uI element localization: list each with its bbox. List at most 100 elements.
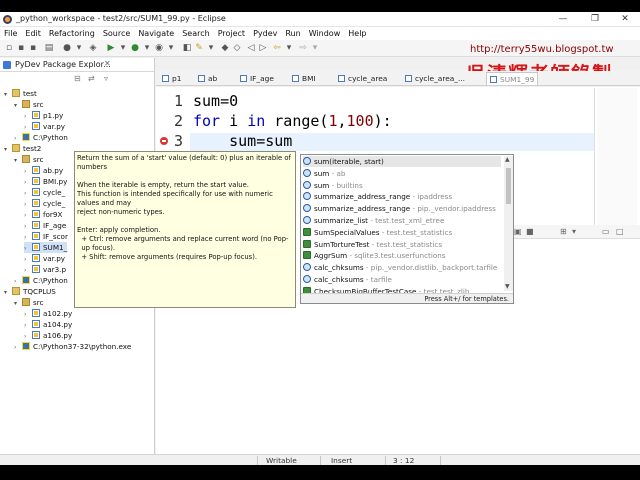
expand-arrow-icon[interactable]: ▾: [14, 155, 22, 166]
search-dropdown-icon[interactable]: ▾: [206, 43, 216, 53]
link-editor-icon[interactable]: ⇄: [88, 74, 95, 83]
tree-item[interactable]: › C:\Python37-32\python.exe: [14, 341, 131, 352]
tab-p1[interactable]: p1: [162, 72, 181, 85]
expand-arrow-icon[interactable]: ▾: [4, 144, 12, 155]
completion-item[interactable]: summarize_address_range - pip._vendor.ip…: [303, 203, 501, 214]
code-line-3[interactable]: sum=sum: [193, 132, 292, 150]
tree-item[interactable]: › IF_age: [24, 220, 66, 231]
tree-item[interactable]: ▾ test2: [4, 143, 41, 154]
expand-arrow-icon[interactable]: ▾: [14, 100, 22, 111]
tree-item[interactable]: › a106.py: [24, 330, 72, 341]
completion-item[interactable]: calc_chksums - pip._vendor.distlib._back…: [303, 262, 501, 273]
run-external-icon[interactable]: ●: [130, 43, 140, 53]
save-all-icon[interactable]: ▪: [28, 43, 38, 53]
external-dropdown-icon[interactable]: ▾: [142, 43, 152, 53]
tree-item[interactable]: › a104.py: [24, 319, 72, 330]
completion-item[interactable]: SumTortureTest - test.test_statistics: [303, 239, 501, 250]
tab-ab[interactable]: ab: [198, 72, 217, 85]
tab-cycle-area[interactable]: cycle_area: [338, 72, 387, 85]
tree-item[interactable]: ▾ src: [14, 99, 44, 110]
menu-edit[interactable]: Edit: [21, 27, 45, 40]
forward-dropdown-icon[interactable]: ▾: [310, 43, 320, 53]
terminate-icon[interactable]: ■: [526, 227, 534, 236]
minimize-panel-icon[interactable]: ▭: [602, 227, 610, 236]
tree-item[interactable]: › for9X: [24, 209, 62, 220]
coverage-dropdown-icon[interactable]: ▾: [166, 43, 176, 53]
menu-navigate[interactable]: Navigate: [134, 27, 178, 40]
console-dropdown-icon[interactable]: ▾: [572, 227, 576, 236]
package-icon[interactable]: ◈: [88, 43, 98, 53]
completion-item[interactable]: summarize_list - test.test_xml_etree: [303, 215, 501, 226]
tree-item[interactable]: › cycle_: [24, 187, 65, 198]
completion-item[interactable]: sum - builtins: [303, 180, 501, 191]
close-button[interactable]: ✕: [610, 12, 640, 27]
tree-item[interactable]: › a102.py: [24, 308, 72, 319]
completion-scrollbar[interactable]: ▲ ▼: [504, 156, 513, 291]
open-type-icon[interactable]: ◧: [182, 43, 192, 53]
dropdown-icon[interactable]: ▾: [74, 43, 84, 53]
code-line-2[interactable]: for i in range(1,100):: [193, 112, 392, 130]
toggle-mark-icon[interactable]: ◆: [220, 43, 230, 53]
save-icon[interactable]: ▪: [16, 43, 26, 53]
open-console-icon[interactable]: ⊞: [560, 227, 567, 236]
new-icon[interactable]: ▫: [4, 43, 14, 53]
view-menu-icon[interactable]: ▿: [104, 74, 108, 83]
tree-item[interactable]: › C:\Python: [14, 275, 68, 286]
edit-icon[interactable]: ✎: [194, 43, 204, 53]
menu-run[interactable]: Run: [281, 27, 304, 40]
minimize-button[interactable]: —: [548, 12, 578, 27]
tree-item[interactable]: › var.py: [24, 121, 65, 132]
tree-item[interactable]: › ab.py: [24, 165, 63, 176]
print-icon[interactable]: ▤: [44, 43, 54, 53]
close-icon[interactable]: ✕: [104, 59, 111, 68]
tree-item[interactable]: ▾ TQCPLUS: [4, 286, 56, 297]
annotation-icon[interactable]: ◇: [232, 43, 242, 53]
coverage-icon[interactable]: ◉: [154, 43, 164, 53]
expand-arrow-icon[interactable]: ▾: [14, 298, 22, 309]
tree-item[interactable]: › var3.p: [24, 264, 66, 275]
tab-if-age[interactable]: IF_age: [240, 72, 274, 85]
tab-bmi[interactable]: BMI: [292, 72, 316, 85]
menu-pydev[interactable]: Pydev: [249, 27, 281, 40]
tree-item[interactable]: › p1.py: [24, 110, 63, 121]
menu-search[interactable]: Search: [178, 27, 213, 40]
forward-icon[interactable]: ⇨: [298, 43, 308, 53]
tree-item[interactable]: › cycle_: [24, 198, 65, 209]
maximize-button[interactable]: ❐: [580, 12, 610, 27]
tree-item[interactable]: › IF_scor: [24, 231, 68, 242]
debug-icon[interactable]: ●: [62, 43, 72, 53]
menu-refactoring[interactable]: Refactoring: [45, 27, 99, 40]
tree-item[interactable]: › var.py: [24, 253, 65, 264]
tab-cycle-area-2[interactable]: cycle_area_...: [405, 72, 465, 85]
scroll-up-icon[interactable]: ▲: [505, 156, 510, 163]
collapse-arrow-icon[interactable]: ›: [14, 342, 22, 353]
run-icon[interactable]: ▶: [106, 43, 116, 53]
completion-item[interactable]: sum - ab: [303, 168, 501, 179]
completion-item[interactable]: SumSpecialValues - test.test_statistics: [303, 227, 501, 238]
tree-item[interactable]: › SUM1_: [24, 242, 68, 253]
next-annotation-icon[interactable]: ▷: [258, 43, 268, 53]
scroll-thumb[interactable]: [506, 168, 511, 204]
menu-source[interactable]: Source: [99, 27, 134, 40]
back-icon[interactable]: ⇦: [272, 43, 282, 53]
code-line-1[interactable]: sum=0: [193, 92, 238, 110]
tree-item[interactable]: › C:\Python: [14, 132, 68, 143]
tab-sum1-99[interactable]: SUM1_99: [486, 72, 539, 85]
run-dropdown-icon[interactable]: ▾: [118, 43, 128, 53]
tree-item[interactable]: ▾ src: [14, 297, 44, 308]
menu-help[interactable]: Help: [344, 27, 370, 40]
prev-annotation-icon[interactable]: ◁: [246, 43, 256, 53]
scroll-down-icon[interactable]: ▼: [505, 283, 510, 290]
package-explorer-tab[interactable]: PyDev Package Explor... ✕: [0, 58, 154, 72]
expand-arrow-icon[interactable]: ▾: [4, 89, 12, 100]
tree-item[interactable]: › BMI.py: [24, 176, 67, 187]
completion-item[interactable]: AggrSum - sqlite3.test.userfunctions: [303, 250, 501, 261]
menu-window[interactable]: Window: [305, 27, 345, 40]
expand-arrow-icon[interactable]: ▾: [4, 287, 12, 298]
tree-item[interactable]: ▾ src: [14, 154, 44, 165]
console-icon[interactable]: ▣: [514, 227, 522, 236]
back-dropdown-icon[interactable]: ▾: [284, 43, 294, 53]
collapse-all-icon[interactable]: ⊟: [74, 74, 81, 83]
completion-item[interactable]: sum(iterable, start): [303, 156, 501, 167]
completion-item[interactable]: calc_chksums - tarfile: [303, 274, 501, 285]
